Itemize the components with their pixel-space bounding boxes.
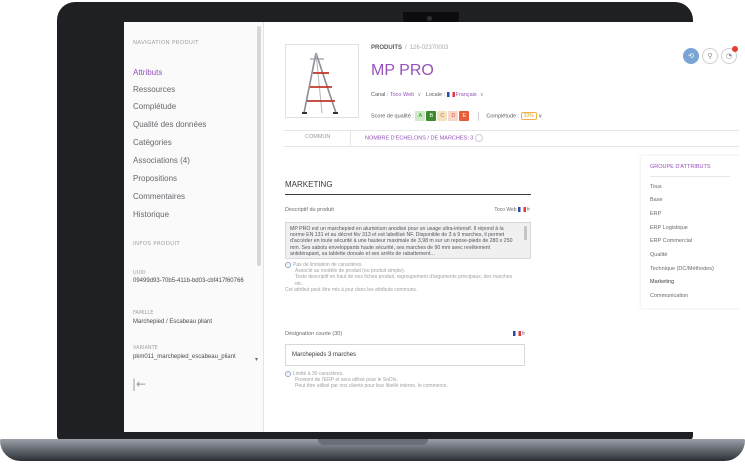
laptop-base-notch — [318, 439, 428, 445]
chevron-down-icon[interactable]: ∨ — [537, 113, 542, 119]
french-flag-icon — [517, 207, 526, 212]
short-scope: fr — [504, 331, 525, 337]
grade-e-badge: E — [459, 111, 470, 121]
tab-nombre-echelons-label: NOMBRE D'ÉCHELONS / DE MARCHES: 3 — [365, 135, 474, 142]
short-hint-3: Peut être utilisé par nos clients pour l… — [295, 383, 448, 390]
divider — [285, 194, 531, 195]
family-value: Marchepied / Escabeau pliant — [133, 319, 213, 325]
group-item-qualite[interactable]: Qualité — [650, 252, 667, 258]
completude-label: Complétude : — [486, 113, 520, 120]
canal-select[interactable]: Toco Web — [390, 92, 414, 98]
short-designation-value: Marchepieds 3 marches — [292, 352, 357, 358]
short-label: Désignation courte (30) — [285, 331, 343, 337]
description-hint-4: Cet attribut peut être mis à jour dans l… — [285, 286, 418, 293]
nav-heading: NAVIGATION PRODUIT — [133, 40, 199, 46]
info-heading: INFOS PRODUIT — [133, 241, 181, 247]
description-hint-3: Texte descriptif en haut de nos fiches p… — [295, 274, 513, 287]
nav-item-associations[interactable]: Associations (4) — [133, 156, 190, 165]
notification-dot — [732, 46, 738, 52]
product-image — [285, 44, 359, 118]
info-icon: i — [285, 262, 291, 268]
locale-label: Locale : — [425, 92, 446, 98]
group-item-erp-commercial[interactable]: ERP Commercial — [650, 238, 692, 244]
laptop-bezel: NAVIGATION PRODUIT Attributs Ressources … — [57, 2, 739, 440]
locale-select[interactable]: Français — [456, 92, 477, 98]
divider — [650, 176, 730, 177]
nav-item-qualite[interactable]: Qualité des données — [133, 120, 206, 129]
app-screen: NAVIGATION PRODUIT Attributs Ressources … — [124, 22, 739, 432]
nav-item-historique[interactable]: Historique — [133, 210, 169, 219]
textarea-scrollbar[interactable] — [524, 226, 527, 240]
tab-nombre-echelons[interactable]: NOMBRE D'ÉCHELONS / DE MARCHES: 3 — [365, 134, 484, 142]
grade-b-badge: B — [426, 111, 437, 121]
description-text: MP PRO est un marchepied en aluminium an… — [290, 226, 513, 257]
group-item-erp[interactable]: ERP — [650, 211, 661, 217]
nav-item-attributs[interactable]: Attributs — [133, 68, 162, 77]
collapse-sidebar-icon[interactable]: |← — [132, 377, 146, 391]
group-item-technique[interactable]: Technique (DC/Méthodes) — [650, 266, 714, 272]
grade-d-badge: D — [448, 111, 459, 121]
chevron-down-icon[interactable] — [475, 134, 484, 142]
group-item-erp-logistique[interactable]: ERP Logistique — [650, 225, 688, 231]
divider — [477, 111, 479, 121]
short-designation-input[interactable]: Marchepieds 3 marches — [285, 344, 525, 366]
nav-scrollbar[interactable] — [257, 26, 261, 266]
grade-a-badge: A — [415, 111, 426, 121]
family-label: FAMILLE — [133, 310, 154, 316]
variant-label: VARIANTE — [133, 345, 158, 351]
context-switcher: Canal : Toco Web ∨ Locale : Français ∨ — [371, 92, 487, 98]
short-hint-2: Provient de l'ERP et sera utilisé pour l… — [295, 377, 398, 384]
product-navigation: NAVIGATION PRODUIT Attributs Ressources … — [124, 22, 264, 432]
canal-label: Canal : — [371, 92, 389, 98]
nav-item-categories[interactable]: Catégories — [133, 138, 172, 147]
uuid-label: UUID — [133, 270, 146, 276]
french-flag-icon — [512, 331, 521, 336]
attribute-group-panel: GROUPE D'ATTRIBUTS Tous Base ERP ERP Log… — [641, 156, 739, 308]
info-icon: i — [285, 371, 291, 377]
short-hints: i Limité à 30 caractères. Provient de l'E… — [285, 371, 525, 390]
group-item-base[interactable]: Base — [650, 197, 663, 203]
description-locale: fr — [526, 207, 530, 213]
nav-item-ressources[interactable]: Ressources — [133, 85, 175, 94]
breadcrumb: PRODUITS/126-02370003 — [371, 45, 448, 51]
divider — [350, 131, 351, 147]
description-textarea[interactable]: MP PRO est un marchepied en aluminium an… — [285, 222, 531, 259]
group-item-communication[interactable]: Communication — [650, 293, 688, 299]
nav-item-completude[interactable]: Complétude — [133, 102, 176, 111]
product-title: MP PRO — [371, 62, 434, 79]
grade-c-badge: C — [437, 111, 448, 121]
breadcrumb-separator: / — [405, 45, 407, 51]
group-item-tous[interactable]: Tous — [650, 184, 662, 190]
link-icon[interactable]: ⚲ — [702, 48, 718, 64]
description-label: Descriptif du produit — [285, 207, 334, 213]
nav-item-commentaires[interactable]: Commentaires — [133, 192, 185, 201]
camera-icon — [427, 16, 432, 21]
breadcrumb-product-id: 126-02370003 — [409, 45, 449, 51]
chevron-down-icon[interactable]: ∨ — [480, 92, 484, 98]
description-hint-1: Pas de limitation de caractères. — [293, 262, 363, 268]
chevron-down-icon[interactable]: ∨ — [417, 92, 421, 98]
breadcrumb-products-link[interactable]: PRODUITS — [371, 45, 402, 51]
french-flag-icon — [446, 92, 455, 97]
completude-badge[interactable]: 33% — [520, 112, 537, 120]
chevron-down-icon[interactable]: ▾ — [255, 356, 258, 363]
description-channel: Toco Web — [494, 207, 517, 213]
description-hints: i Pas de limitation de caractères. Associ… — [285, 262, 531, 293]
description-scope: Toco Web fr — [464, 207, 530, 213]
variant-tabs: COMMUN NOMBRE D'ÉCHELONS / DE MARCHES: 3 — [284, 130, 739, 147]
variant-value[interactable]: pkm011_marchepied_escabeau_pliant — [133, 354, 253, 361]
quality-line: Score de qualité : ABCDE Complétude : 33… — [371, 111, 542, 121]
short-locale: fr — [521, 331, 525, 337]
history-icon[interactable]: ⟲ — [683, 48, 699, 64]
quality-label: Score de qualité : — [371, 113, 414, 120]
ladder-icon — [302, 52, 338, 114]
tab-commun[interactable]: COMMUN — [305, 134, 330, 140]
section-title: MARKETING — [285, 180, 333, 189]
short-hint-1: Limité à 30 caractères. — [293, 371, 344, 377]
group-panel-title: GROUPE D'ATTRIBUTS — [650, 164, 711, 170]
description-hint-2: Associé au modèle de produit (ou produit… — [295, 268, 406, 275]
nav-item-propositions[interactable]: Propositions — [133, 174, 177, 183]
uuid-value: 09499d93-70b5-411b-bd03-cbf417f60766 — [133, 278, 244, 284]
group-item-marketing[interactable]: Marketing — [650, 279, 674, 285]
